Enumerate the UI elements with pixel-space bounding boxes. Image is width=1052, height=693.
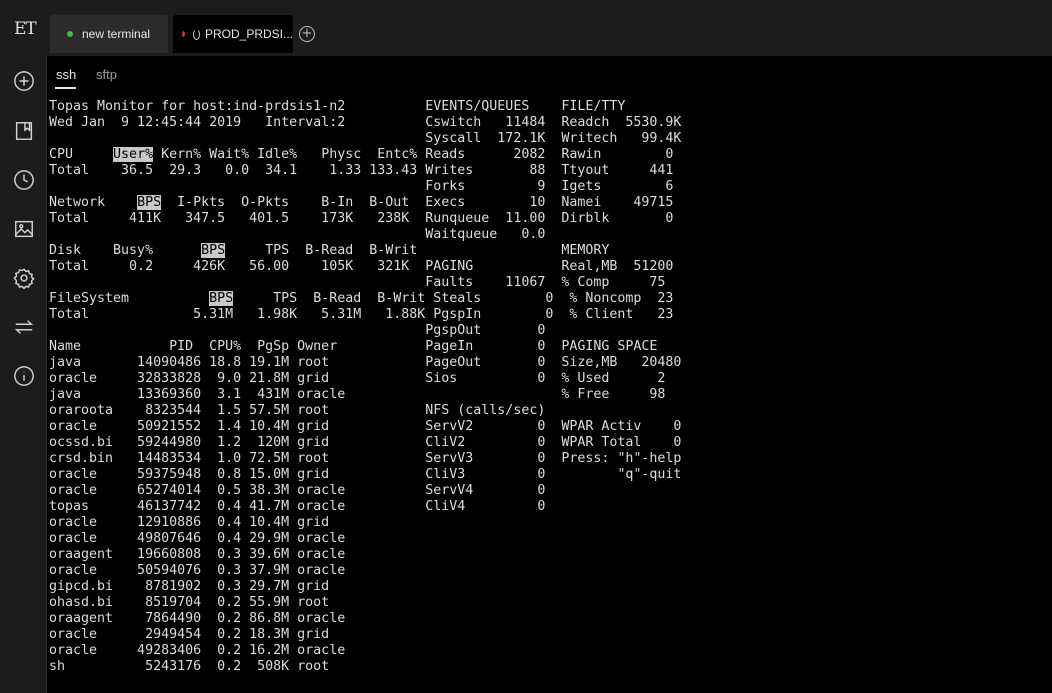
terminal-line: oracle 49807646 0.4 29.9M oracle (49, 531, 346, 546)
tab-bar: new terminal PROD_PRDSI... + (46, 0, 1052, 56)
sidebar: ET (0, 0, 47, 693)
terminal-line: Network BPS I-Pkts O-Pkts B-In B-Out Exe… (49, 195, 674, 210)
terminal-line: Forks 9 Igets 6 (49, 179, 674, 194)
terminal-output[interactable]: Topas Monitor for host:ind-prdsis1-n2 EV… (49, 99, 1049, 689)
terminal-line: FileSystem BPS TPS B-Read B-Writ Steals … (49, 291, 674, 306)
terminal-line: oraagent 19660808 0.3 39.6M oracle (49, 547, 346, 562)
terminal-line: gipcd.bi 8781902 0.3 29.7M grid (49, 579, 330, 594)
tab-new-terminal[interactable]: new terminal (50, 15, 168, 53)
terminal-line: Faults 11067 % Comp 75 (49, 275, 666, 290)
terminal-line: Syscall 172.1K Writech 99.4K (49, 131, 682, 146)
terminal-line: PgspOut 0 (49, 323, 546, 338)
terminal-line: Wed Jan 9 12:45:44 2019 Interval:2 Cswit… (49, 115, 682, 130)
tab-label: new terminal (82, 27, 151, 41)
terminal-line: java 13369360 3.1 431M oracle % Free 98 (49, 387, 666, 402)
image-icon[interactable] (11, 216, 37, 242)
active-tab-underline (55, 87, 76, 89)
terminal-line: Total 0.2 426K 56.00 105K 321K PAGING Re… (49, 259, 674, 274)
status-dot (67, 31, 73, 37)
terminal-line: oracle 65274014 0.5 38.3M oracle ServV4 … (49, 483, 546, 498)
terminal-line: oracle 49283406 0.2 16.2M oracle (49, 643, 346, 658)
terminal-line: topas 46137742 0.4 41.7M oracle CliV4 0 (49, 499, 546, 514)
add-circle-icon[interactable] (11, 68, 37, 94)
terminal-line: Topas Monitor for host:ind-prdsis1-n2 EV… (49, 99, 626, 114)
terminal-line: oraroota 8323544 1.5 57.5M root NFS (cal… (49, 403, 546, 418)
app-logo: ET (14, 19, 37, 39)
terminal-line: CPU User% Kern% Wait% Idle% Physc Entc% … (49, 147, 674, 162)
tab-prod-session[interactable]: PROD_PRDSI... (173, 15, 293, 53)
tab-label: PROD_PRDSI... (204, 27, 293, 41)
clock-history-icon[interactable] (11, 167, 37, 193)
terminal-line: ohasd.bi 8519704 0.2 55.9M root (49, 595, 330, 610)
tab-sftp[interactable]: sftp (96, 67, 117, 82)
terminal-line: oraagent 7864490 0.2 86.8M oracle (49, 611, 346, 626)
tab-ssh[interactable]: ssh (56, 67, 76, 82)
highlighted-sort-column: BPS (209, 291, 234, 306)
info-icon[interactable] (11, 363, 37, 389)
terminal-line: sh 5243176 0.2 508K root (49, 659, 330, 674)
terminal-line: Total 5.31M 1.98K 5.31M 1.88K PgspIn 0 %… (49, 307, 674, 322)
terminal-line: oracle 59375948 0.8 15.0M grid CliV3 0 "… (49, 467, 682, 482)
highlighted-sort-column: BPS (137, 195, 162, 210)
terminal-line: oracle 2949454 0.2 18.3M grid (49, 627, 330, 642)
terminal-line: oracle 50921552 1.4 10.4M grid ServV2 0 … (49, 419, 682, 434)
highlighted-sort-column: BPS (201, 243, 226, 258)
highlighted-sort-column: User% (113, 147, 154, 162)
status-dot (182, 31, 186, 37)
gear-icon[interactable] (11, 265, 37, 291)
loading-spinner-icon (193, 28, 200, 40)
terminal-line: java 14090486 18.8 19.1M root PageOut 0 … (49, 355, 682, 370)
terminal-line: Disk Busy% BPS TPS B-Read B-Writ MEMORY (49, 243, 610, 258)
terminal-line: oracle 12910886 0.4 10.4M grid (49, 515, 330, 530)
terminal-line: ocssd.bi 59244980 1.2 120M grid CliV2 0 … (49, 435, 682, 450)
terminal-line: Name PID CPU% PgSp Owner PageIn 0 PAGING… (49, 339, 658, 354)
terminal-line: Total 36.5 29.3 0.0 34.1 1.33 133.43 Wri… (49, 163, 674, 178)
bookmark-icon[interactable] (11, 118, 37, 144)
terminal-line: crsd.bin 14483534 1.0 72.5M root ServV3 … (49, 451, 682, 466)
new-tab-plus-icon[interactable]: + (299, 26, 315, 42)
terminal-line: Waitqueue 0.0 (49, 227, 546, 242)
swap-arrows-icon[interactable] (11, 314, 37, 340)
terminal-line: oracle 50594076 0.3 37.9M oracle (49, 563, 346, 578)
terminal-line: oracle 32833828 9.0 21.8M grid Sios 0 % … (49, 371, 666, 386)
terminal-line: Total 411K 347.5 401.5 173K 238K Runqueu… (49, 211, 674, 226)
